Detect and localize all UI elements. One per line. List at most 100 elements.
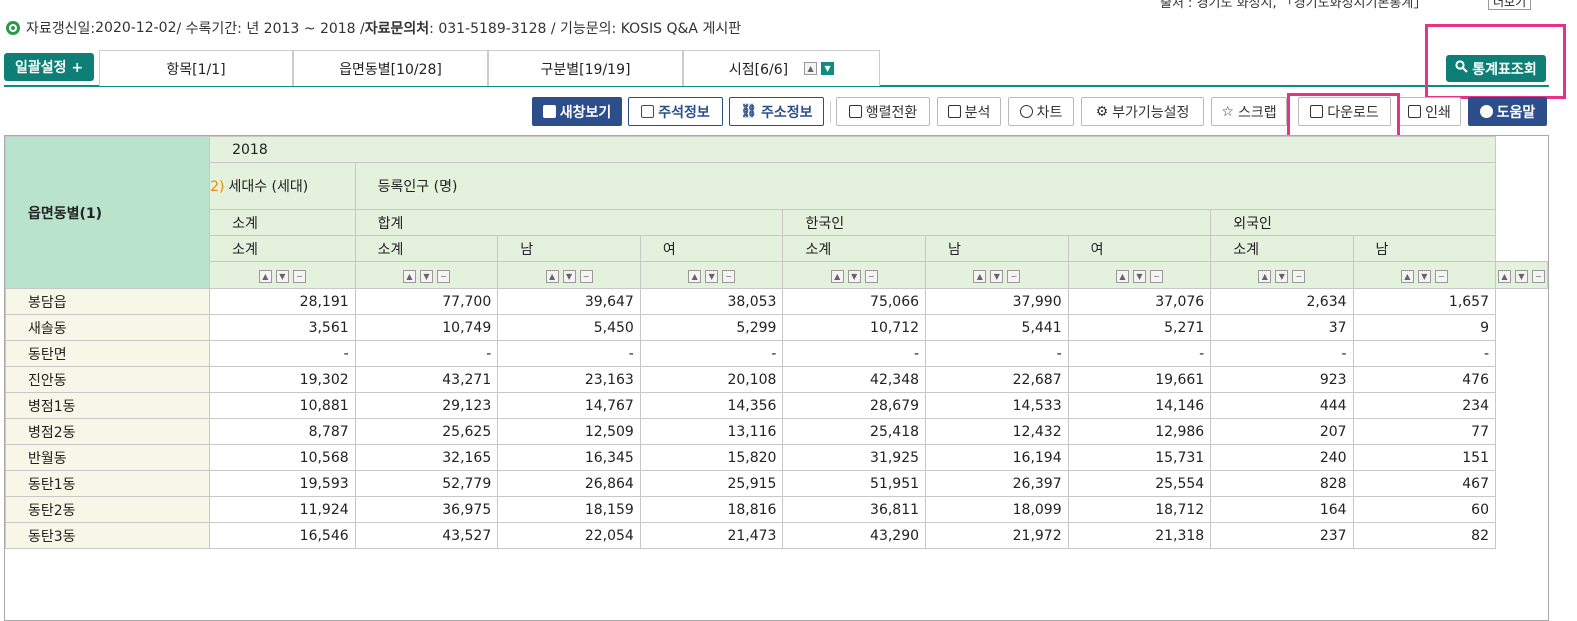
contact-value[interactable]: : 031-5189-3128 / 기능문의: KOSIS Q&A 게시판 <box>429 18 741 38</box>
update-date: 2020-12-02 <box>95 20 177 36</box>
sort-down-icon[interactable]: ▼ <box>562 270 576 283</box>
column-sort-controls: ▲ ▼ − <box>497 261 641 289</box>
table-cell: 15,731 <box>1067 444 1212 471</box>
more-button[interactable]: 더보기 <box>1488 0 1532 10</box>
table-cell: 26,397 <box>925 470 1069 497</box>
address-button[interactable]: ⛓ 주소정보 <box>729 97 824 126</box>
sort-down-icon[interactable]: ▼ <box>1275 270 1289 283</box>
help-button[interactable]: 도움말 <box>1468 97 1547 126</box>
remove-icon[interactable]: − <box>864 270 878 283</box>
update-label: 자료갱신일: <box>26 21 96 37</box>
sort-down-icon[interactable]: ▼ <box>1515 270 1528 283</box>
table-cell: 36,975 <box>354 496 499 523</box>
table-cell: 5,450 <box>497 314 641 341</box>
table-row: 새솔동 3,561 10,749 5,450 5,299 10,712 5,441 5,271… <box>5 314 1548 341</box>
remove-icon[interactable]: − <box>579 270 593 283</box>
table-cell: 14,533 <box>925 392 1069 419</box>
sort-down-icon[interactable]: ▼ <box>275 270 289 283</box>
table-cell: 240 <box>1210 444 1354 471</box>
table-cell: 476 <box>1352 366 1497 393</box>
subtotal-header: 소계 <box>209 209 356 236</box>
remove-icon[interactable]: − <box>1149 270 1163 283</box>
column-sort-controls: ▲ ▼ − <box>1495 261 1548 289</box>
table-cell: 151 <box>1352 444 1497 471</box>
remove-icon[interactable]: − <box>1434 270 1448 283</box>
sort-up-icon[interactable]: ▲ <box>1115 270 1129 283</box>
table-cell: 60 <box>1352 496 1497 523</box>
table-cell: - <box>209 340 356 367</box>
tab-item[interactable]: 항목[1/1] <box>99 50 293 86</box>
korean-header: 한국인 <box>782 209 1212 236</box>
print-button[interactable]: 인쇄 <box>1398 97 1461 126</box>
expand-down-icon[interactable]: ▼ <box>821 62 835 75</box>
table-cell: 10,749 <box>354 314 499 341</box>
printer-icon <box>1408 105 1422 118</box>
table-cell: 207 <box>1210 418 1354 445</box>
table-cell: - <box>925 340 1069 367</box>
sort-down-icon[interactable]: ▼ <box>705 270 719 283</box>
table-cell: 39,647 <box>497 288 641 315</box>
column-sort-controls: ▲ ▼ − <box>354 261 499 289</box>
female-header: 여 <box>639 235 784 262</box>
sort-up-icon[interactable]: ▲ <box>545 270 559 283</box>
subtotal-header: 소계 <box>782 235 927 262</box>
sort-down-icon[interactable]: ▼ <box>847 270 861 283</box>
table-cell: 14,767 <box>497 392 641 419</box>
sort-down-icon[interactable]: ▼ <box>1132 270 1146 283</box>
sort-down-icon[interactable]: ▼ <box>1417 270 1431 283</box>
sort-up-icon[interactable]: ▲ <box>688 270 702 283</box>
note-icon <box>641 105 655 118</box>
sort-up-icon[interactable]: ▲ <box>1400 270 1414 283</box>
table-cell: 28,191 <box>209 288 356 315</box>
window-icon <box>542 105 556 118</box>
sort-up-icon[interactable]: ▲ <box>973 270 987 283</box>
scrap-button[interactable]: ☆ 스크랩 <box>1211 97 1287 126</box>
table-cell: 21,473 <box>639 522 784 549</box>
table-cell: 5,271 <box>1067 314 1212 341</box>
tab-category[interactable]: 구분별[19/19] <box>488 50 683 86</box>
collapse-up-icon[interactable]: ▲ <box>804 62 818 75</box>
table-cell: 37,990 <box>925 288 1069 315</box>
tab-category-label: 구분별[19/19] <box>540 61 631 78</box>
column-sort-controls: ▲ ▼ − <box>782 261 927 289</box>
row-label: 동탄1동 <box>5 470 211 497</box>
tab-region[interactable]: 읍면동별[10/28] <box>293 50 488 86</box>
chart-button[interactable]: 차트 <box>1008 97 1074 126</box>
remove-icon[interactable]: − <box>1532 270 1545 283</box>
tab-period[interactable]: 시점[6/6] ▲ ▼ <box>683 50 880 86</box>
footnote-marker[interactable]: 2) <box>211 179 225 195</box>
table-cell: - <box>354 340 499 367</box>
sort-up-icon[interactable]: ▲ <box>258 270 272 283</box>
remove-icon[interactable]: − <box>292 270 306 283</box>
gear-icon: ⚙ <box>1095 103 1109 120</box>
address-label: 주소정보 <box>760 104 813 121</box>
annotation-button[interactable]: 주석정보 <box>628 97 723 126</box>
households-header: 2) 세대수 (세대) <box>209 162 356 210</box>
bulk-settings-button[interactable]: 일괄설정 + <box>4 53 94 81</box>
row-label: 병점1동 <box>5 392 211 419</box>
new-window-button[interactable]: 새창보기 <box>532 97 622 126</box>
year-header: 2018 <box>209 136 1496 163</box>
households-label: 세대수 (세대) <box>228 179 309 195</box>
transpose-button[interactable]: 행렬전환 <box>836 97 930 126</box>
sort-up-icon[interactable]: ▲ <box>402 270 416 283</box>
table-cell: 16,546 <box>209 522 356 549</box>
sort-up-icon[interactable]: ▲ <box>1258 270 1272 283</box>
sort-up-icon[interactable]: ▲ <box>830 270 844 283</box>
sort-up-icon[interactable]: ▲ <box>1498 270 1511 283</box>
sort-down-icon[interactable]: ▼ <box>990 270 1004 283</box>
table-cell: 12,509 <box>497 418 641 445</box>
table-cell: - <box>1067 340 1212 367</box>
link-icon: ⛓ <box>740 104 757 119</box>
sort-down-icon[interactable]: ▼ <box>419 270 433 283</box>
annotation-label: 주석정보 <box>658 104 710 121</box>
analysis-button[interactable]: 분석 <box>937 97 1001 126</box>
remove-icon[interactable]: − <box>1292 270 1306 283</box>
table-cell: 82 <box>1352 522 1497 549</box>
remove-icon[interactable]: − <box>722 270 736 283</box>
remove-icon[interactable]: − <box>436 270 450 283</box>
remove-icon[interactable]: − <box>1007 270 1021 283</box>
table-row: 진안동 19,302 43,271 23,163 20,108 42,348 22,687 1… <box>5 366 1548 393</box>
addon-settings-button[interactable]: ⚙ 부가기능설정 <box>1081 97 1204 126</box>
column-control-row: ▲ ▼ − ▲ ▼ − ▲ ▼ − ▲ ▼ − ▲ ▼ − ▲ ▼ − ▲ ▼ − ▲ ▼ − ▲ ▼ − ▲ ▼ − <box>6 261 1548 289</box>
